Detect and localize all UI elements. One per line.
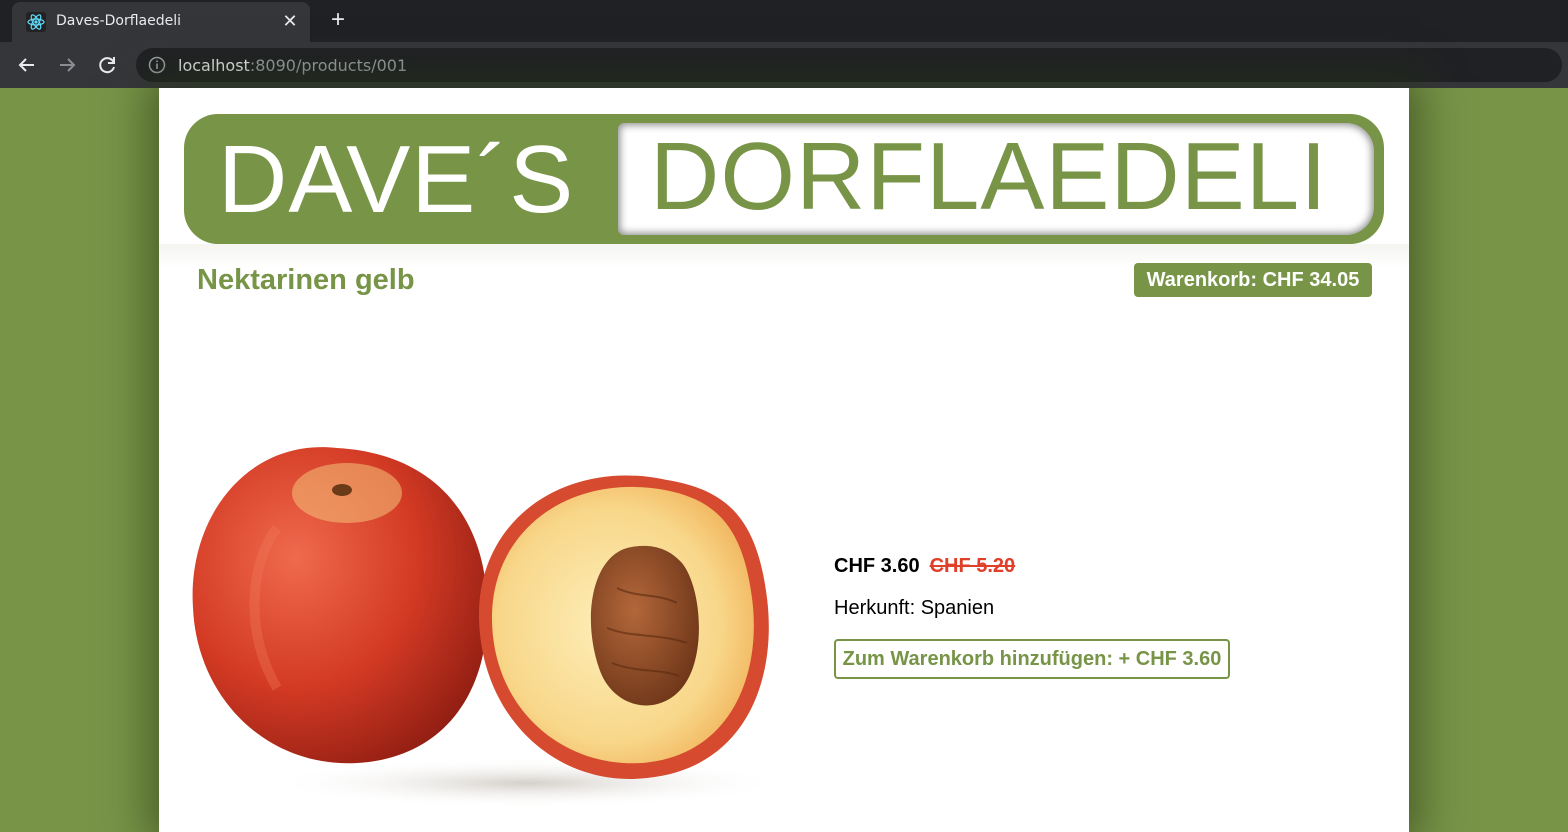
back-arrow-icon[interactable] bbox=[15, 53, 39, 77]
browser-tab[interactable]: Daves-Dorflaedeli ✕ bbox=[12, 2, 310, 42]
url-text: localhost:8090/products/001 bbox=[178, 56, 407, 75]
react-icon bbox=[26, 12, 46, 32]
cart-button[interactable]: Warenkorb: CHF 34.05 bbox=[1134, 263, 1372, 297]
browser-toolbar: localhost:8090/products/001 bbox=[0, 42, 1568, 88]
tab-title: Daves-Dorflaedeli bbox=[56, 13, 181, 29]
price-line: CHF 3.60 CHF 5.20 bbox=[834, 555, 1015, 578]
logo-text-dorflaedeli: DORFLAEDELI bbox=[650, 123, 1328, 230]
add-to-cart-button[interactable]: Zum Warenkorb hinzufügen: + CHF 3.60 bbox=[834, 639, 1230, 679]
product-title: Nektarinen gelb bbox=[197, 264, 415, 296]
logo-text-daves: DAVE´S bbox=[218, 126, 575, 233]
address-bar[interactable]: localhost:8090/products/001 bbox=[136, 48, 1562, 82]
new-tab-icon[interactable]: + bbox=[326, 8, 350, 32]
price-old: CHF 5.20 bbox=[929, 555, 1016, 577]
product-image bbox=[192, 447, 787, 808]
site-logo[interactable]: DAVE´S DORFLAEDELI bbox=[184, 114, 1384, 244]
browser-tab-bar: Daves-Dorflaedeli ✕ + bbox=[0, 0, 1568, 42]
price-current: CHF 3.60 bbox=[834, 555, 920, 577]
origin-text: Herkunft: Spanien bbox=[834, 597, 995, 619]
logo-inset-box: DORFLAEDELI bbox=[618, 123, 1374, 235]
page-content: DAVE´S DORFLAEDELI Nektarinen gelb Waren… bbox=[159, 88, 1409, 832]
url-host: localhost bbox=[178, 56, 250, 75]
url-path: :8090/products/001 bbox=[249, 56, 408, 75]
reload-icon[interactable] bbox=[95, 53, 119, 77]
close-icon[interactable]: ✕ bbox=[280, 11, 300, 31]
forward-arrow-icon[interactable] bbox=[55, 53, 79, 77]
info-icon[interactable] bbox=[148, 56, 166, 74]
